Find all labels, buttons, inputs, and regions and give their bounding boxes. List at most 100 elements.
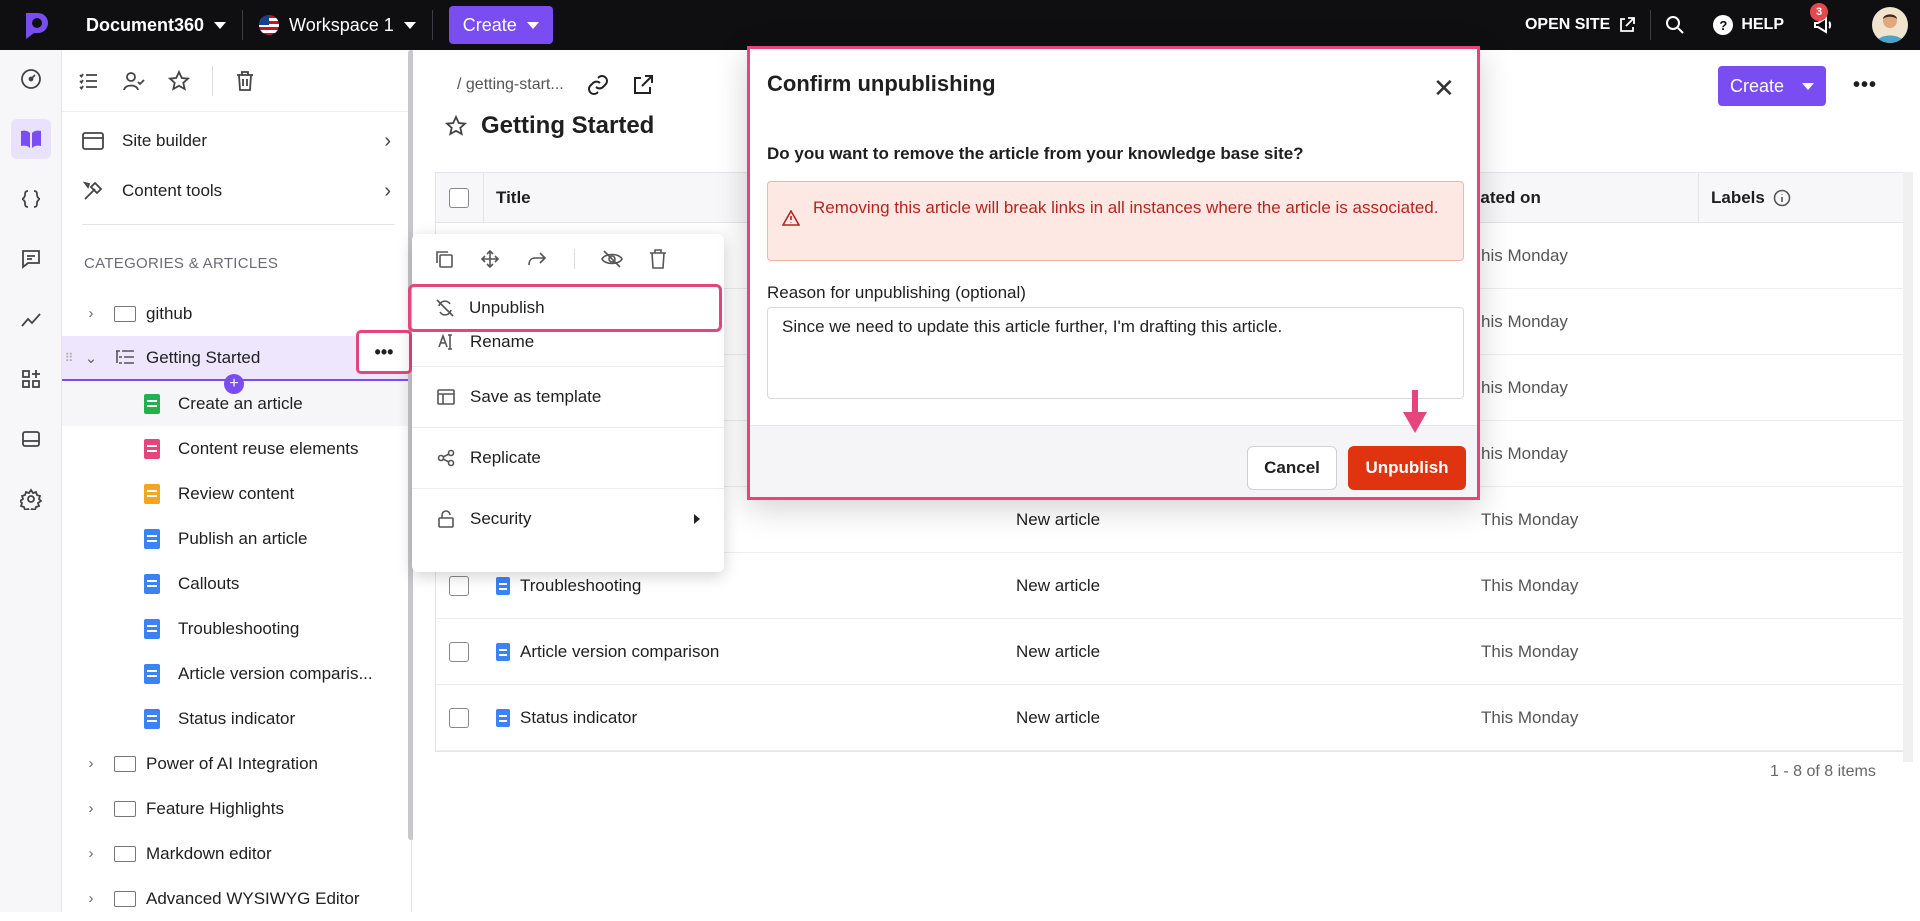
extensions-icon[interactable] [11,359,51,399]
top-create-button[interactable]: Create [448,6,553,44]
reason-label: Reason for unpublishing (optional) [767,283,1026,302]
menu-item-label: Save as template [470,387,602,406]
content-tools-icon [82,181,103,200]
avatar[interactable] [1872,7,1908,43]
tree-article-callouts[interactable]: Callouts [62,561,411,606]
hide-icon[interactable] [601,249,623,269]
main-create-button[interactable]: Create [1718,66,1826,106]
tree-item-label: Power of AI Integration [146,753,318,773]
categories-section-title: CATEGORIES & ARTICLES [84,255,279,272]
star-icon[interactable] [168,69,190,92]
chevron-right-icon[interactable]: › [76,890,106,907]
tree-item-label: Feature Highlights [146,798,284,818]
divider [212,65,213,96]
menu-item-save-as-template[interactable]: Save as template [412,366,724,427]
docs-icon[interactable] [11,119,51,159]
link-icon[interactable] [586,74,610,96]
copy-icon[interactable] [434,249,454,269]
content-tools-item[interactable]: Content tools › [62,166,411,216]
tree-item-advanced-wysiwyg[interactable]: › Advanced WYSIWYG Editor [62,876,411,921]
row-title[interactable]: Status indicator [520,708,637,728]
us-flag-icon [259,15,280,35]
more-options-icon[interactable]: ••• [1853,74,1877,97]
tree-item-feature-highlights[interactable]: › Feature Highlights [62,786,411,831]
chevron-right-icon[interactable]: › [76,800,106,817]
tree-article-content-reuse[interactable]: Content reuse elements [62,426,411,471]
tree-item-markdown-editor[interactable]: › Markdown editor [62,831,411,876]
notifications-button[interactable]: 3 [1798,3,1848,36]
project-switcher[interactable]: Document360 [86,15,227,36]
column-title[interactable]: Title [483,172,531,223]
tree-article-status-indicator[interactable]: Status indicator [62,696,411,741]
document360-logo-icon[interactable] [16,5,56,45]
divider [431,10,433,40]
tree-article-troubleshooting[interactable]: Troubleshooting [62,606,411,651]
widget-icon[interactable] [11,419,51,459]
help-label: HELP [1741,16,1784,33]
folder-icon [114,845,136,862]
table-row[interactable]: Article version comparison New article T… [436,619,1904,685]
menu-item-label: Replicate [470,448,541,467]
row-title[interactable]: Troubleshooting [520,576,641,596]
divider [574,249,575,269]
unpublish-button[interactable]: Unpublish [1348,446,1466,490]
user-check-icon[interactable] [122,70,146,92]
drag-handle-icon[interactable]: ⠿ [62,351,76,365]
share-icon[interactable] [526,249,548,269]
chevron-right-icon[interactable]: › [76,305,106,322]
row-title[interactable]: Article version comparison [520,642,719,662]
trash-icon[interactable] [235,70,255,92]
menu-item-replicate[interactable]: Replicate [412,427,724,488]
feedback-icon[interactable] [11,239,51,279]
row-status: New article [1016,641,1101,661]
workspace-name: Workspace 1 [289,14,394,35]
submenu-arrow-icon [694,514,700,524]
search-button[interactable] [1651,15,1699,35]
dashboard-icon[interactable] [11,59,51,99]
column-labels[interactable]: Labels [1698,172,1791,223]
category-more-button[interactable]: ••• [356,330,412,374]
help-button[interactable]: ? HELP [1699,15,1798,35]
chevron-right-icon[interactable]: › [76,755,106,772]
workspace-switcher[interactable]: Workspace 1 [259,15,416,36]
row-checkbox[interactable] [449,575,469,596]
api-icon[interactable] [11,179,51,219]
menu-item-rename[interactable]: Rename [412,332,724,366]
cancel-button[interactable]: Cancel [1247,446,1337,490]
tree-article-publish[interactable]: Publish an article [62,516,411,561]
row-status: New article [1016,575,1101,595]
open-site-link[interactable]: OPEN SITE [1511,16,1650,34]
site-builder-item[interactable]: Site builder › [62,116,411,166]
menu-item-security[interactable]: Security [412,488,724,549]
move-icon[interactable] [480,249,500,269]
add-item-icon[interactable]: + [224,374,244,394]
close-icon[interactable]: ✕ [1433,73,1455,104]
chevron-down-icon [1802,82,1815,90]
analytics-icon[interactable] [11,299,51,339]
unpublish-icon [436,299,454,317]
reason-textarea[interactable]: Since we need to update this article fur… [767,307,1464,399]
settings-icon[interactable] [11,479,51,519]
list-check-icon[interactable] [78,70,100,92]
tree-item-power-of-ai[interactable]: › Power of AI Integration [62,741,411,786]
row-checkbox[interactable] [449,707,469,728]
star-icon[interactable] [445,115,467,137]
row-checkbox[interactable] [449,641,469,662]
breadcrumb-path[interactable]: / getting-start... [457,76,564,94]
external-link-icon[interactable] [632,74,654,96]
top-bar: Document360 Workspace 1 Create OPEN SITE… [0,0,1920,50]
trash-icon[interactable] [649,249,667,269]
menu-item-label: Unpublish [469,298,545,317]
menu-item-unpublish[interactable]: Unpublish [408,284,722,332]
chevron-down-icon[interactable]: ⌄ [76,349,106,367]
tree-article-review-content[interactable]: Review content [62,471,411,516]
table-scrollbar[interactable] [1903,172,1913,762]
table-row[interactable]: Status indicator New article This Monday [436,685,1904,751]
tree-article-version-comparison[interactable]: Article version comparis... [62,651,411,696]
tree-item-label: Publish an article [178,528,308,548]
column-updated-on[interactable]: dated on [1470,188,1541,208]
article-icon [144,393,160,414]
select-all-checkbox[interactable] [449,187,469,208]
rename-icon [438,333,452,350]
chevron-right-icon[interactable]: › [76,845,106,862]
